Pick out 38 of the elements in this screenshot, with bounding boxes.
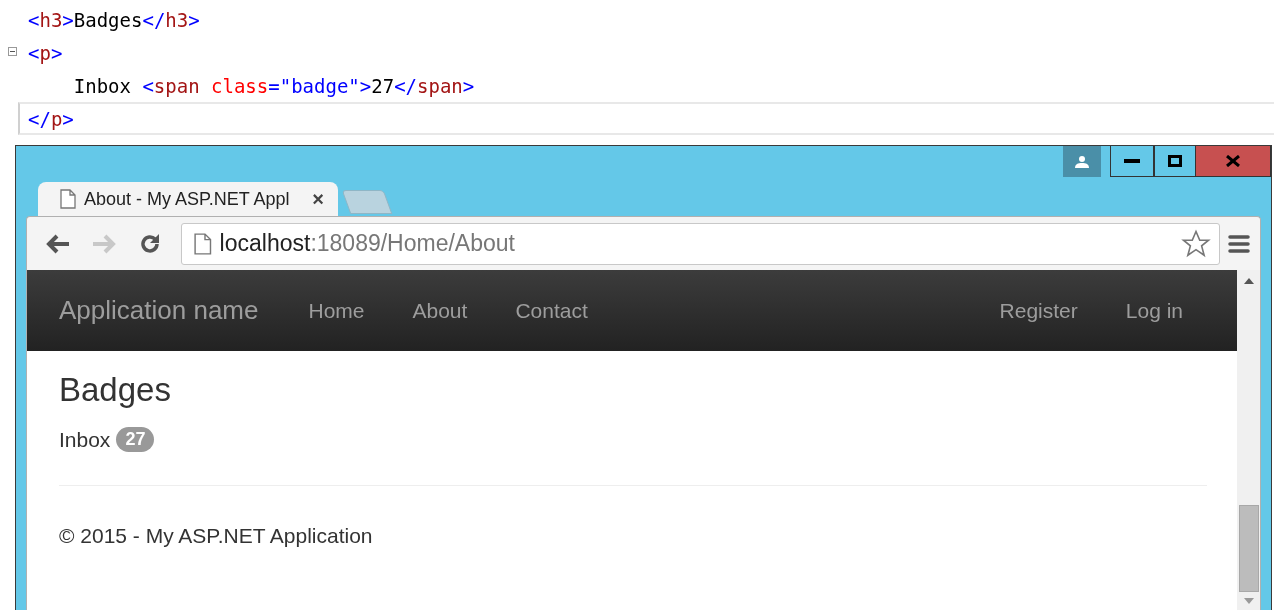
tab-title: About - My ASP.NET Appl (84, 188, 291, 210)
menu-icon[interactable] (1228, 233, 1250, 254)
code-line: <h3>Badges</h3> (28, 8, 200, 31)
user-icon (1075, 155, 1089, 168)
code-line: Inbox <span class="badge">27</span> (72, 74, 475, 97)
minimize-icon (1124, 159, 1140, 163)
page-icon (194, 232, 212, 255)
user-button[interactable] (1063, 146, 1101, 177)
maximize-button[interactable] (1154, 146, 1196, 177)
brand-link[interactable]: Application name (59, 295, 259, 326)
scrollbar[interactable] (1237, 270, 1260, 610)
star-icon[interactable] (1181, 228, 1211, 259)
count-badge: 27 (116, 427, 155, 452)
browser-tab[interactable]: About - My ASP.NET Appl × (38, 182, 338, 216)
code-line: <p> (28, 41, 63, 64)
forward-arrow-icon (91, 232, 117, 255)
nav-link[interactable]: About (388, 298, 492, 323)
page-heading: Badges (59, 371, 172, 409)
url-text: localhost:18089/Home/About (219, 230, 516, 257)
close-button[interactable] (1196, 146, 1271, 177)
collapse-icon[interactable] (8, 47, 17, 56)
back-arrow-icon (45, 232, 71, 255)
page-icon (60, 189, 76, 209)
address-bar[interactable]: localhost:18089/Home/About (181, 222, 1220, 265)
close-icon (1226, 155, 1240, 167)
code-line: </p> (28, 107, 74, 130)
nav-link[interactable]: Contact (491, 298, 612, 323)
tab-close-button[interactable]: × (312, 187, 324, 211)
minimize-button[interactable] (1110, 146, 1154, 177)
footer-text: © 2015 - My ASP.NET Application (59, 524, 374, 548)
scroll-up-icon[interactable] (1243, 278, 1254, 284)
scrollbar-thumb[interactable] (1238, 505, 1259, 592)
inbox-label: Inbox (59, 427, 111, 452)
nav-link[interactable]: Log in (1101, 298, 1207, 323)
scroll-down-icon[interactable] (1243, 598, 1254, 604)
nav-link[interactable]: Home (284, 298, 389, 323)
nav-link[interactable]: Register (975, 298, 1102, 323)
maximize-icon (1168, 155, 1182, 167)
